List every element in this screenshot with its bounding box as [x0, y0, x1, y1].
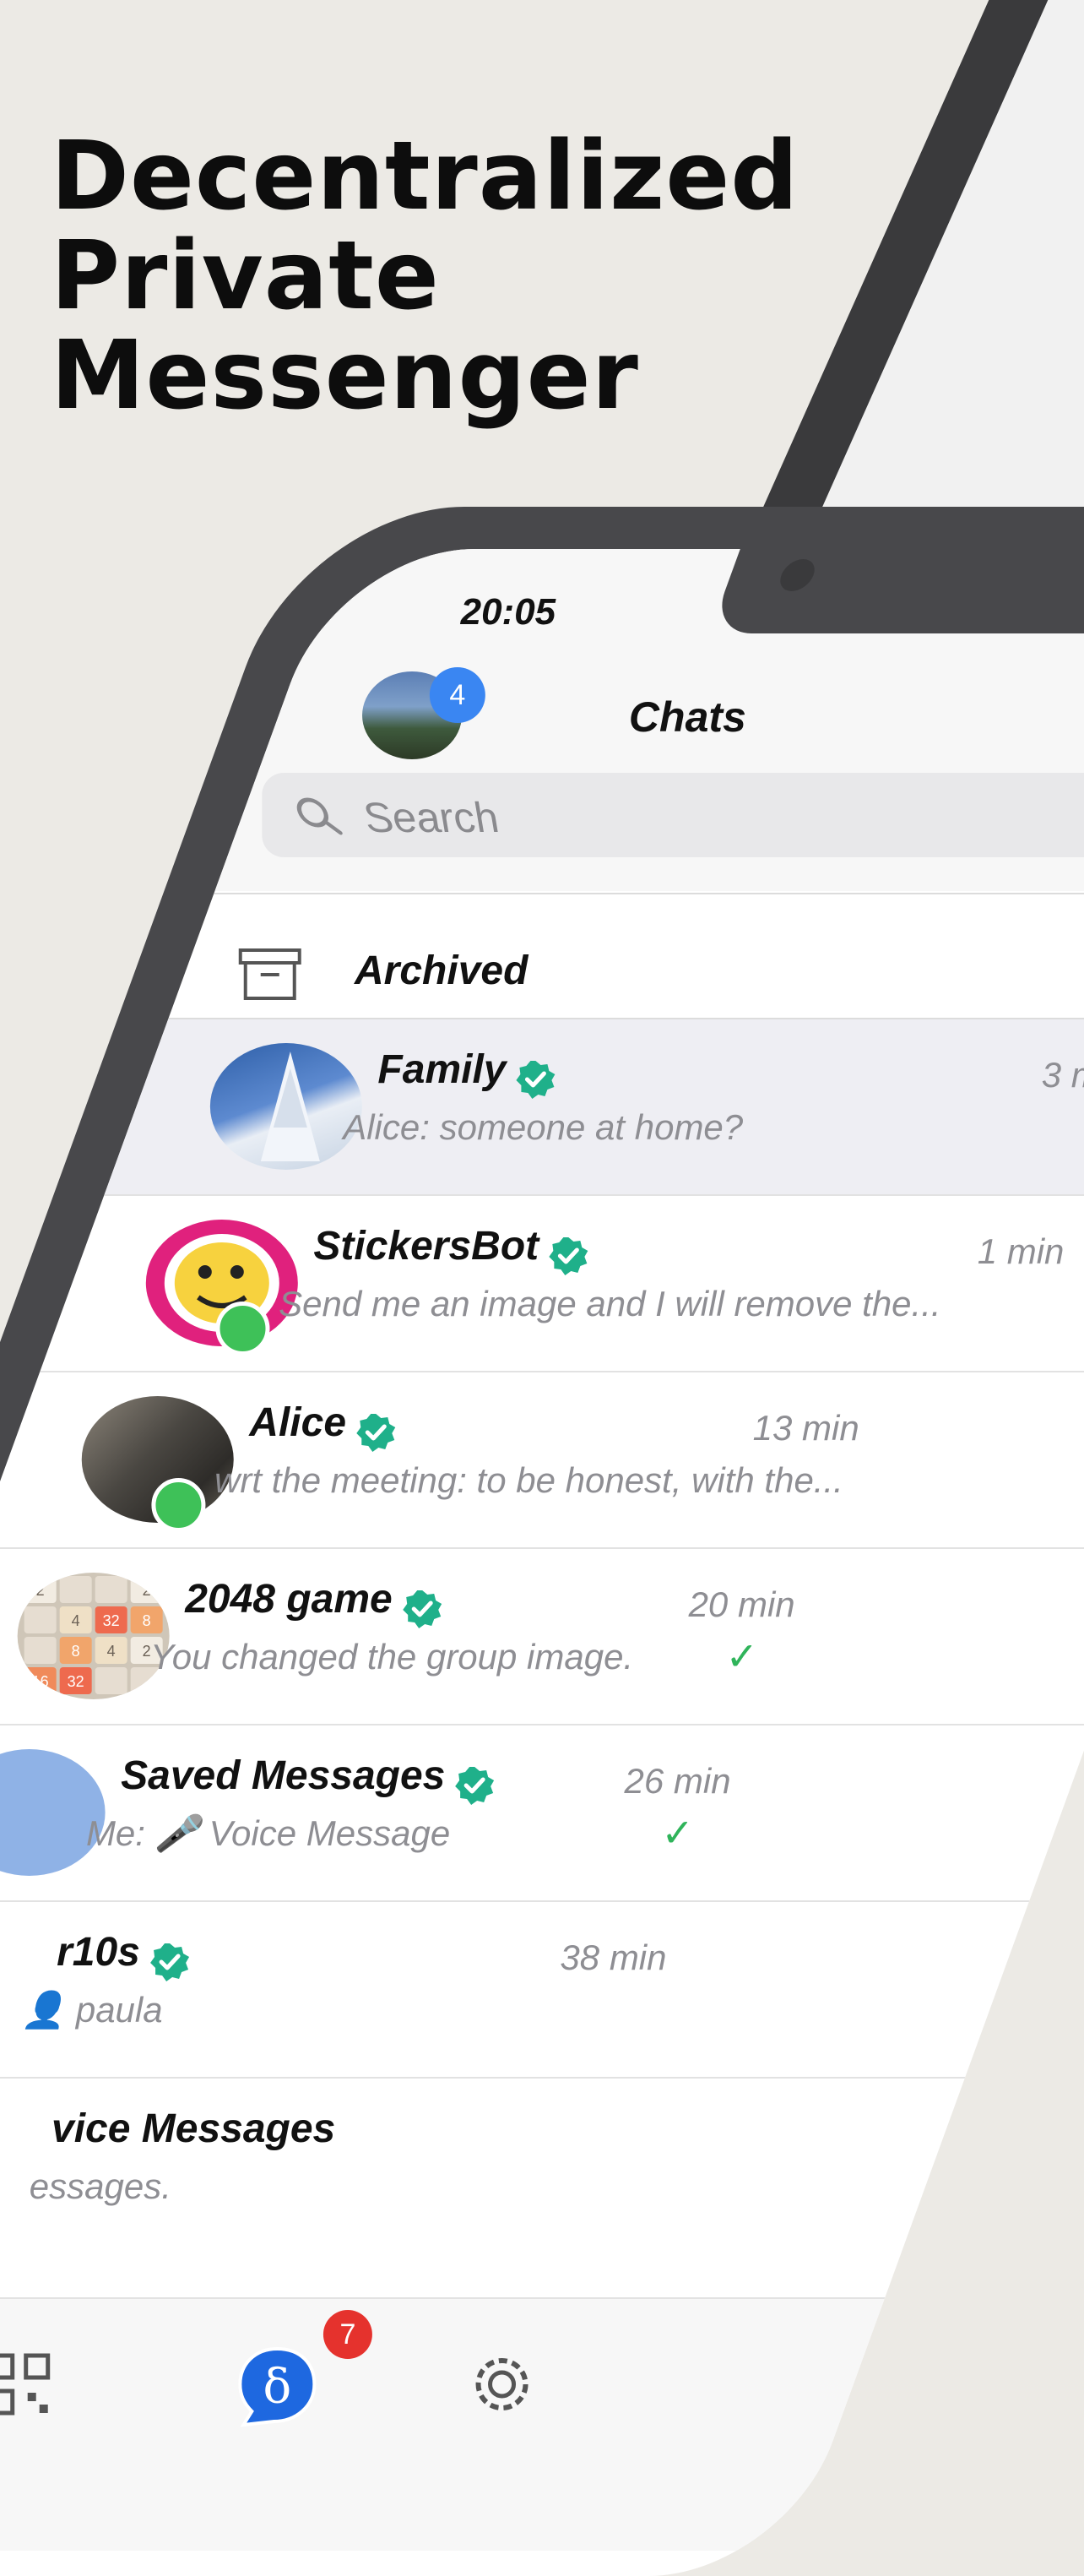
front-camera-icon — [775, 559, 820, 591]
verified-icon — [455, 1766, 495, 1805]
svg-text:8: 8 — [143, 1612, 151, 1629]
phone-notch — [709, 549, 1084, 633]
chat-time: 1 min — [977, 1231, 1065, 1271]
game-tile — [24, 1606, 57, 1633]
phone-screen: 20:05 4 Chats Search Archived Family 3 m… — [0, 549, 1084, 2576]
svg-text:32: 32 — [103, 1612, 120, 1629]
game-tile: 8 — [59, 1637, 92, 1664]
game-tile: 16 — [24, 1667, 57, 1694]
game-tile — [59, 1576, 92, 1603]
chat-name: Family — [377, 1047, 507, 1092]
game-tile: 2 — [130, 1576, 163, 1603]
chat-name: Saved Messages — [121, 1753, 446, 1798]
svg-text:8: 8 — [72, 1643, 80, 1660]
chat-preview: You changed the group image. — [150, 1637, 634, 1677]
game-tile — [95, 1576, 127, 1603]
tab-bar — [0, 2297, 886, 2551]
game-tile: 4 — [95, 1637, 127, 1664]
chat-row-alice[interactable]: Alice 13 min wrt the meeting: to be hone… — [0, 1372, 1084, 1547]
chat-preview: Send me an image and I will remove the..… — [279, 1284, 941, 1323]
chat-row-2048-game[interactable]: 2 2 4 32 8 8 4 2 16 32 2048 game 20 min You chang… — [0, 1549, 1084, 1724]
archived-label: Archived — [355, 948, 528, 993]
headline: Decentralized Private Messenger — [51, 127, 799, 426]
verified-icon — [549, 1236, 588, 1275]
chat-name: 2048 game — [185, 1577, 393, 1622]
chat-name: vice Messages — [51, 2106, 336, 2151]
delivered-check-icon: ✓ — [725, 1634, 759, 1678]
chat-title: StickersBot — [313, 1223, 589, 1277]
chat-row-voice-messages[interactable]: vice Messages essages. — [0, 2079, 965, 2253]
game-tile: 4 — [59, 1606, 92, 1633]
tab-bar-divider — [0, 2297, 886, 2299]
svg-text:4: 4 — [107, 1643, 116, 1660]
status-time: 20:05 — [460, 591, 556, 633]
archive-box-icon — [238, 948, 301, 1000]
chats-tab-badge: 7 — [322, 2310, 372, 2359]
verified-icon — [516, 1060, 556, 1099]
snow-tree-icon — [260, 1052, 320, 1161]
delta-chat-logo-icon[interactable]: δ — [235, 2344, 319, 2428]
chat-title: 2048 game — [185, 1576, 443, 1630]
qr-code-icon[interactable] — [0, 2352, 51, 2416]
chat-avatar: 2 2 4 32 8 8 4 2 16 32 — [17, 1573, 170, 1699]
avatar-badge: 4 — [429, 667, 485, 723]
headline-line-1: Decentralized — [51, 122, 799, 231]
chat-preview: Me: 🎤 Voice Message — [85, 1813, 451, 1853]
chat-preview: 👤 paula — [21, 1990, 163, 2030]
svg-text:16: 16 — [32, 1673, 49, 1690]
chat-row-stickersbot[interactable]: StickersBot 1 min Send me an image and I… — [41, 1196, 1084, 1371]
online-indicator — [151, 1478, 206, 1532]
online-indicator — [215, 1302, 270, 1356]
settings-gear-icon[interactable] — [466, 2348, 539, 2421]
svg-text:2: 2 — [36, 1582, 45, 1599]
chat-title: r10s — [57, 1929, 191, 1983]
chat-title: vice Messages — [51, 2106, 335, 2152]
chat-preview: essages. — [29, 2166, 171, 2206]
chat-row-r10s[interactable]: r10s 38 min 👤 paula — [0, 1902, 1029, 2077]
delivered-check-icon: ✓ — [661, 1811, 694, 1855]
chat-preview: wrt the meeting: to be honest, with the.… — [214, 1460, 843, 1500]
game-tile: 32 — [95, 1606, 127, 1633]
chat-time: 38 min — [560, 1937, 667, 1977]
chat-name: Alice — [249, 1400, 347, 1445]
svg-text:32: 32 — [68, 1673, 84, 1690]
headline-line-2: Private — [51, 221, 440, 331]
svg-text:2: 2 — [143, 1582, 151, 1599]
verified-icon — [356, 1413, 396, 1452]
verified-icon — [149, 1943, 189, 1981]
game-tile: 8 — [130, 1606, 163, 1633]
chat-time: 26 min — [624, 1761, 731, 1801]
game-tile: 32 — [59, 1667, 92, 1694]
search-icon — [296, 797, 343, 835]
game-tile — [24, 1637, 57, 1664]
search-placeholder: Search — [355, 794, 507, 841]
game-tile: 2 — [24, 1576, 57, 1603]
chat-time: 20 min — [688, 1584, 795, 1624]
chat-title: Saved Messages — [121, 1753, 496, 1807]
chat-title: Alice — [249, 1399, 397, 1454]
game-tile — [95, 1667, 127, 1694]
divider — [213, 893, 1084, 894]
chat-preview: Alice: someone at home? — [343, 1107, 744, 1147]
game-grid-icon: 2 24 32 88 4 216 32 — [24, 1576, 163, 1694]
chat-name: r10s — [57, 1930, 140, 1975]
svg-text:δ: δ — [263, 2360, 292, 2415]
page-title: Chats — [628, 693, 746, 741]
chat-row-saved-messages[interactable]: Saved Messages 26 min Me: 🎤 Voice Messag… — [0, 1725, 1084, 1900]
chat-name: StickersBot — [313, 1224, 539, 1269]
verified-icon — [402, 1590, 442, 1628]
chat-row-family[interactable]: Family 3 m Alice: someone at home? — [104, 1019, 1084, 1194]
chat-avatar — [0, 1749, 106, 1876]
chat-time: 13 min — [752, 1408, 859, 1448]
search-input[interactable]: Search — [262, 773, 1084, 857]
headline-line-3: Messenger — [51, 321, 639, 431]
svg-text:4: 4 — [72, 1612, 80, 1629]
phone-frame: 20:05 4 Chats Search Archived Family 3 m… — [0, 507, 1084, 2576]
chat-title: Family — [377, 1046, 556, 1101]
chat-avatar — [209, 1043, 362, 1170]
chat-time: 3 m — [1041, 1055, 1084, 1095]
